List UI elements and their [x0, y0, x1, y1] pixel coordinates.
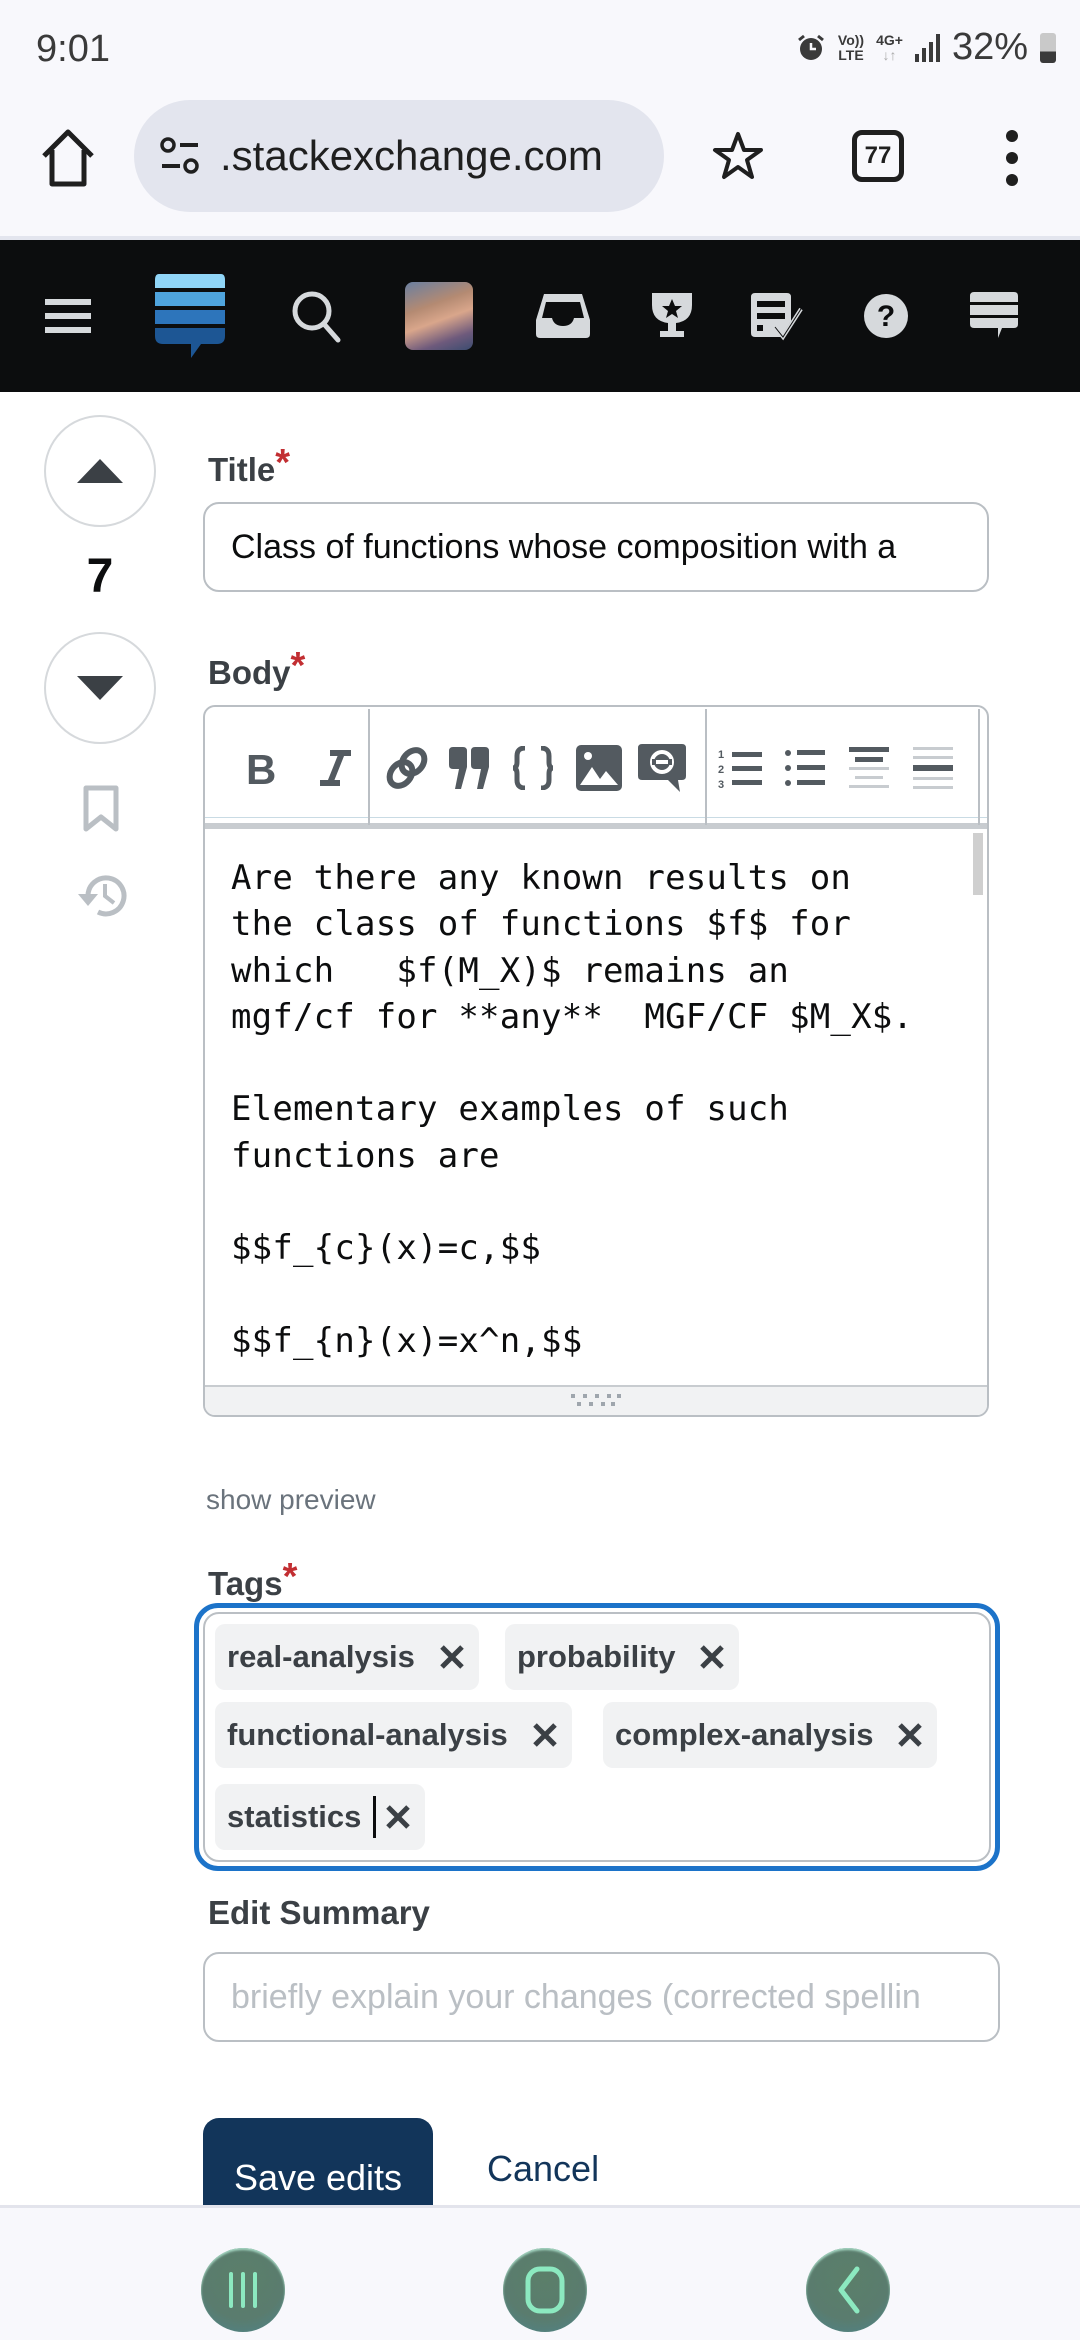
system-nav-bar	[0, 2205, 1080, 2340]
svg-text:B: B	[246, 750, 276, 786]
revision-history-icon[interactable]	[74, 870, 128, 920]
battery-icon	[1040, 32, 1056, 63]
alarm-icon	[797, 34, 824, 60]
body-textarea[interactable]: Are there any known results on the class…	[231, 855, 961, 1364]
back-button[interactable]	[806, 2248, 890, 2332]
address-bar[interactable]: .stackexchange.com	[134, 100, 664, 212]
battery-percent: 32%	[951, 26, 1028, 68]
required-marker: *	[275, 442, 291, 484]
remove-tag-icon[interactable]	[699, 1644, 725, 1670]
remove-tag-icon[interactable]	[439, 1644, 465, 1670]
more-menu-icon[interactable]	[1000, 130, 1024, 186]
svg-text:?: ?	[877, 300, 895, 333]
hamburger-menu-icon[interactable]	[40, 240, 96, 392]
tag-chip[interactable]: real-analysis	[215, 1624, 479, 1690]
body-label: Body*	[208, 645, 306, 691]
bookmark-star-icon[interactable]	[712, 130, 764, 182]
snippet-button[interactable]	[637, 741, 687, 795]
svg-text:2: 2	[718, 764, 724, 776]
home-icon	[525, 2266, 565, 2314]
recent-apps-button[interactable]	[201, 2248, 285, 2332]
title-input[interactable]: Class of functions whose composition wit…	[203, 502, 989, 592]
svg-text:3: 3	[718, 779, 724, 789]
avatar-image[interactable]	[405, 282, 473, 350]
title-label: Title*	[208, 442, 291, 488]
tabs-icon[interactable]: 77	[852, 130, 904, 182]
tag-chip[interactable]: probability	[505, 1624, 740, 1690]
edit-summary-label: Edit Summary	[208, 1894, 430, 1931]
link-button[interactable]	[383, 741, 431, 795]
blockquote-button[interactable]	[445, 741, 493, 795]
text-caret	[373, 1796, 376, 1838]
site-settings-icon[interactable]	[158, 136, 202, 176]
grip-icon	[571, 1394, 621, 1406]
code-button[interactable]	[510, 741, 556, 795]
inbox-icon[interactable]	[532, 240, 594, 392]
ordered-list-button[interactable]: 1 2 3	[717, 741, 763, 795]
home-icon[interactable]	[40, 128, 96, 188]
tag-chip[interactable]: functional-analysis	[215, 1702, 572, 1768]
upvote-button[interactable]	[44, 415, 156, 527]
status-bar: 9:01 Vo)) LTE 4G+ ↓↑ 32%	[0, 0, 1080, 100]
bold-button[interactable]: B	[241, 741, 281, 795]
image-button[interactable]	[575, 741, 623, 795]
required-marker: *	[290, 645, 306, 687]
bookmark-icon[interactable]	[83, 785, 119, 833]
search-icon[interactable]	[286, 240, 346, 392]
back-icon	[838, 2266, 860, 2314]
body-editor[interactable]: B 1 2 3 Are there any known results on the…	[203, 705, 989, 1417]
downvote-button[interactable]	[44, 632, 156, 744]
home-button[interactable]	[503, 2248, 587, 2332]
tags-label: Tags*	[208, 1556, 298, 1602]
upvote-arrow-icon	[77, 459, 123, 483]
4g-icon: 4G+ ↓↑	[876, 31, 903, 63]
tags-input[interactable]: real-analysis probability functional-ana…	[194, 1603, 1000, 1871]
editor-toolbar: B 1 2 3	[205, 707, 987, 829]
svg-text:1: 1	[718, 749, 724, 761]
vote-column: 7	[44, 415, 156, 917]
heading-button[interactable]	[847, 741, 891, 795]
horizontal-rule-button[interactable]	[911, 741, 955, 795]
site-topbar: ?	[0, 236, 1080, 392]
help-icon[interactable]: ?	[860, 240, 912, 392]
volte-icon: Vo)) LTE	[837, 31, 865, 63]
remove-tag-icon[interactable]	[532, 1722, 558, 1748]
remove-tag-icon[interactable]	[897, 1722, 923, 1748]
url-text[interactable]: .stackexchange.com	[220, 132, 603, 180]
achievements-trophy-icon[interactable]	[644, 240, 700, 392]
downvote-arrow-icon	[77, 676, 123, 700]
remove-tag-icon[interactable]	[385, 1804, 411, 1830]
site-switcher-icon[interactable]	[966, 240, 1022, 392]
cancel-button[interactable]: Cancel	[487, 2148, 599, 2190]
save-edits-button[interactable]: Save edits	[203, 2118, 433, 2208]
edit-summary-input[interactable]: briefly explain your changes (corrected …	[203, 1952, 1000, 2042]
editor-scrollbar[interactable]	[973, 833, 983, 895]
vote-count: 7	[86, 550, 114, 603]
review-queue-icon[interactable]	[750, 240, 804, 392]
browser-toolbar: .stackexchange.com 77	[0, 100, 1080, 236]
stack-exchange-logo[interactable]	[152, 240, 228, 392]
signal-icon	[914, 33, 940, 62]
tag-chip[interactable]: statistics	[215, 1784, 426, 1850]
required-marker: *	[282, 1556, 298, 1598]
user-avatar[interactable]	[404, 240, 474, 392]
tag-chip[interactable]: complex-analysis	[603, 1702, 938, 1768]
editor-resize-handle[interactable]	[205, 1385, 987, 1415]
italic-button[interactable]	[315, 741, 355, 795]
show-preview-link[interactable]: show preview	[206, 1484, 376, 1516]
unordered-list-button[interactable]	[783, 741, 827, 795]
clock: 9:01	[36, 28, 110, 70]
recent-apps-icon	[229, 2272, 257, 2308]
